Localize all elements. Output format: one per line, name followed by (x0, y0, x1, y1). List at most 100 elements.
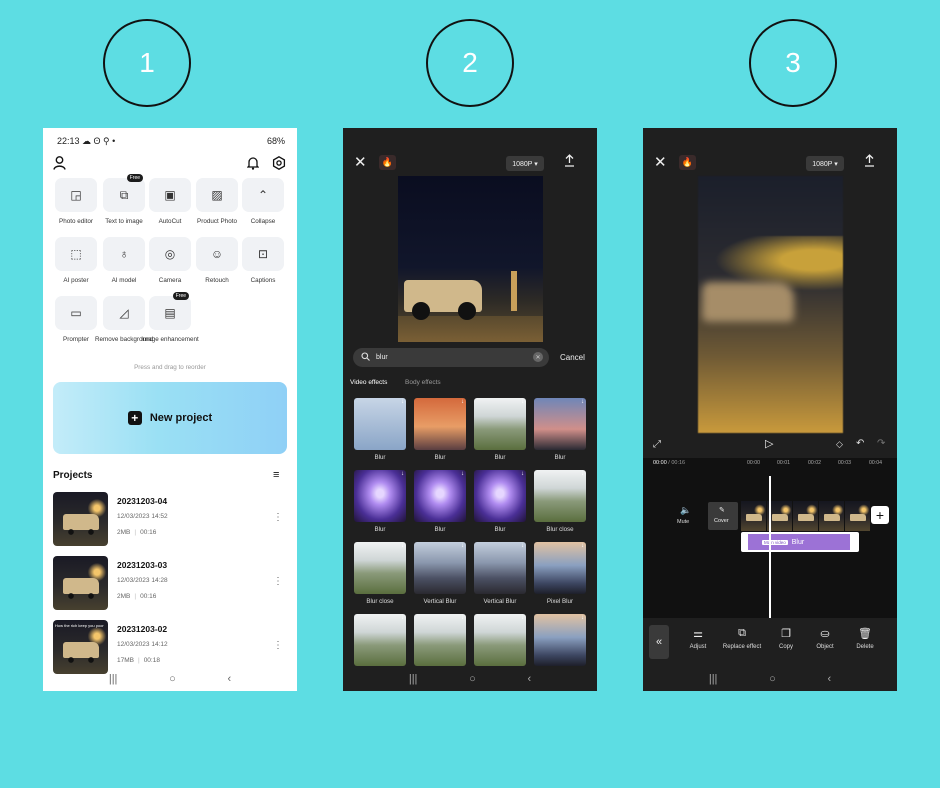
thumbnail-caption: How the rich keep you poor (55, 623, 104, 628)
close-icon[interactable]: ✕ (354, 153, 367, 171)
recent-apps-button[interactable]: ||| (709, 673, 718, 685)
tool-camera-button[interactable]: ◎ (149, 237, 191, 271)
effect-thumbnail[interactable]: ↓ (354, 398, 406, 450)
cancel-search-button[interactable]: Cancel (560, 353, 585, 362)
effect-thumbnail[interactable]: ↓ (414, 614, 466, 666)
mute-label[interactable]: Mute (677, 519, 689, 525)
truck-image (63, 642, 99, 663)
mute-speaker-icon[interactable]: 🔈 (680, 505, 691, 516)
effect-clip-name: Blur (791, 538, 805, 546)
tool-object-label: Object (816, 644, 834, 650)
home-button[interactable]: ○ (469, 673, 476, 685)
undo-icon[interactable]: ↶ (856, 438, 864, 449)
export-upload-icon[interactable] (864, 154, 875, 167)
download-icon: ↓ (521, 399, 524, 405)
tool-text-to-image-button[interactable]: ⧉ Free (103, 174, 145, 212)
tool-adjust-button[interactable]: ⚌ Adjust (678, 627, 718, 650)
effect-thumbnail[interactable]: ↓ (474, 614, 526, 666)
tool-ai-model-button[interactable]: ♁ (103, 237, 145, 271)
home-button[interactable]: ○ (769, 673, 776, 685)
new-project-button[interactable]: + New project (53, 382, 287, 454)
tool-photo-editor-button[interactable]: ◲ (55, 178, 97, 212)
more-options-icon[interactable]: ⋮ (273, 640, 283, 651)
pencil-icon: ✎ (719, 507, 725, 514)
back-button[interactable]: ‹ (227, 673, 231, 685)
close-icon[interactable]: ✕ (654, 153, 667, 171)
collapse-toolbar-button[interactable]: « (649, 625, 669, 659)
recent-apps-button[interactable]: ||| (109, 673, 118, 685)
project-thumbnail[interactable] (53, 556, 108, 610)
sort-list-icon[interactable]: ≡ (273, 469, 279, 481)
resolution-select[interactable]: 1080P ▾ (506, 156, 544, 171)
keyframe-icon[interactable]: ◇ (836, 439, 843, 450)
project-name[interactable]: 20231203-03 (117, 560, 167, 570)
tool-remove-background-button[interactable]: ◿ (103, 296, 145, 330)
tool-image-enhancement-button[interactable]: ▤ Free (149, 292, 191, 330)
notification-bell-icon[interactable] (247, 156, 259, 170)
tool-collapse-button[interactable]: ⌃ (242, 178, 284, 212)
street-lamp (511, 271, 517, 311)
more-options-icon[interactable]: ⋮ (273, 576, 283, 587)
playhead[interactable] (769, 476, 771, 618)
tool-captions-button[interactable]: ⊡ (242, 237, 284, 271)
tool-delete-button[interactable]: 🗑 Delete (845, 627, 885, 650)
home-button[interactable]: ○ (169, 673, 176, 685)
effect-track[interactable]: Main video Blur (741, 532, 859, 552)
effect-thumbnail[interactable]: ↓ (474, 470, 526, 522)
project-name[interactable]: 20231203-04 (117, 496, 167, 506)
redo-icon[interactable]: ↷ (877, 438, 885, 449)
phone-home-screen: 22:13 ☁ ʘ ⚲ • 68% ◲ Photo editor ⧉ Free Text… (43, 128, 297, 691)
project-duration: 00:16 (140, 529, 157, 536)
cover-button[interactable]: ✎ Cover (708, 502, 738, 530)
effect-search-input[interactable]: blur ✕ (353, 348, 549, 367)
effect-thumbnail[interactable]: ↓ (534, 542, 586, 594)
effect-thumbnail[interactable]: ↓ (534, 470, 586, 522)
project-thumbnail[interactable]: How the rich keep you poor (53, 620, 108, 674)
effect-thumbnail[interactable]: ↓ (534, 614, 586, 666)
back-button[interactable]: ‹ (527, 673, 531, 685)
tool-replace-effect-button[interactable]: ⧉ Replace effect (722, 627, 762, 650)
tool-copy-button[interactable]: ❐ Copy (766, 627, 806, 650)
tool-remove-background-icon: ◿ (119, 306, 129, 320)
effect-thumbnail[interactable]: ↓ (474, 398, 526, 450)
trending-fire-icon[interactable]: 🔥 (379, 155, 396, 170)
fullscreen-icon[interactable]: ⤢ (653, 439, 661, 450)
download-icon: ↓ (461, 399, 464, 405)
tool-retouch-button[interactable]: ☺ (196, 237, 238, 271)
effect-thumbnail[interactable]: ↓ (354, 542, 406, 594)
more-options-icon[interactable]: ⋮ (273, 512, 283, 523)
recent-apps-button[interactable]: ||| (409, 673, 418, 685)
effect-thumbnail[interactable]: ↓ (414, 542, 466, 594)
blur-effect-clip[interactable]: Main video Blur (748, 534, 850, 550)
back-button[interactable]: ‹ (827, 673, 831, 685)
effect-thumbnail[interactable]: ↓ (354, 470, 406, 522)
tab-body-effects[interactable]: Body effects (405, 379, 441, 386)
project-name[interactable]: 20231203-02 (117, 624, 167, 634)
download-icon: ↓ (401, 399, 404, 405)
tab-video-effects[interactable]: Video effects (350, 379, 387, 386)
effect-thumbnail[interactable]: ↓ (474, 542, 526, 594)
new-project-label: New project (149, 412, 213, 424)
play-icon[interactable]: ▷ (765, 437, 773, 450)
effect-thumbnail[interactable]: ↓ (534, 398, 586, 450)
effect-thumbnail[interactable]: ↓ (414, 470, 466, 522)
export-upload-icon[interactable] (564, 154, 575, 167)
tool-product-photo-button[interactable]: ▨ (196, 178, 238, 212)
effect-thumbnail[interactable]: ↓ (354, 614, 406, 666)
tool-product-photo-icon: ▨ (211, 188, 223, 202)
add-clip-button[interactable]: + (871, 506, 889, 524)
tool-photo-editor-icon: ◲ (70, 188, 82, 202)
effect-thumbnail[interactable]: ↓ (414, 398, 466, 450)
tool-ai-poster-button[interactable]: ⬚ (55, 237, 97, 271)
settings-gear-icon[interactable] (272, 156, 286, 170)
project-thumbnail[interactable] (53, 492, 108, 546)
resolution-select[interactable]: 1080P ▾ (806, 156, 844, 171)
tool-prompter-button[interactable]: ▭ (55, 296, 97, 330)
trending-fire-icon[interactable]: 🔥 (679, 155, 696, 170)
tool-object-button[interactable]: ⛀ Object (805, 627, 845, 650)
tool-autocut-button[interactable]: ▣ (149, 178, 191, 212)
effect-label: Blur close (546, 526, 574, 533)
clear-search-icon[interactable]: ✕ (533, 352, 543, 362)
effect-label: Blur (494, 526, 506, 533)
profile-icon[interactable] (53, 156, 66, 170)
